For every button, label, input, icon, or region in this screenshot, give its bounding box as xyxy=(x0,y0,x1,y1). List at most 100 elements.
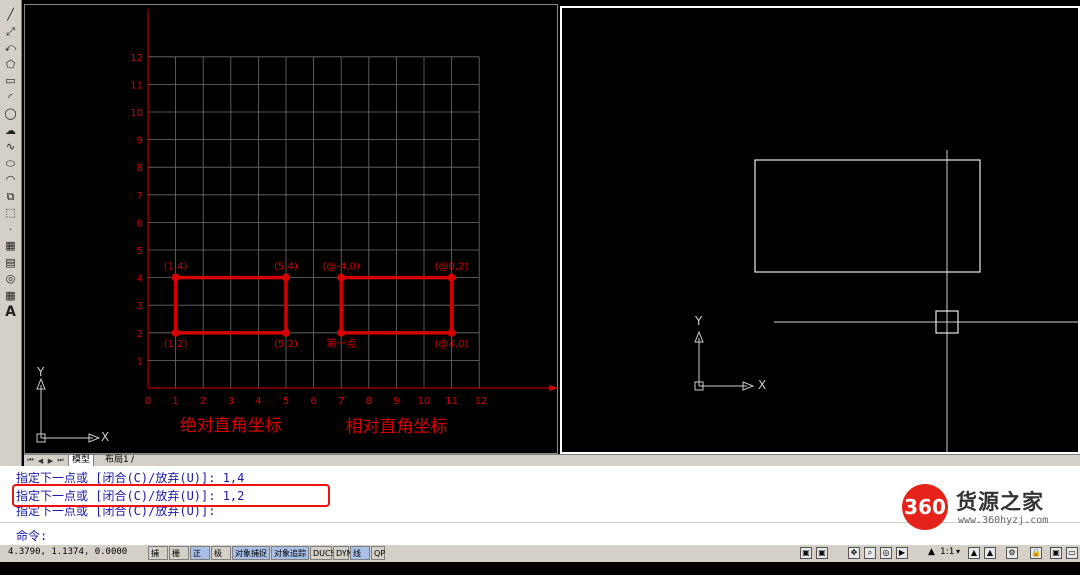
watermark-url: www.360hyzj.com xyxy=(958,515,1049,526)
table-icon[interactable]: ▦ xyxy=(3,289,18,303)
layout-space-icon[interactable]: ▣ xyxy=(816,547,828,559)
ucs-x-label-right: X xyxy=(758,378,767,392)
x-tick-label: 12 xyxy=(475,396,488,407)
status-bar: 4.3790, 1.1374, 0.0000 捕捉 栅格 正交 极轴 对象捕捉 对象追踪 D… xyxy=(0,544,1080,572)
auto-scale-icon[interactable]: ▲ xyxy=(984,547,996,559)
toggle-5[interactable]: 对象追踪 xyxy=(271,546,309,560)
toggle-6[interactable]: DUCS xyxy=(310,546,336,560)
absolute-point-label: (5,4) xyxy=(274,262,298,273)
y-tick-label: 12 xyxy=(130,53,143,64)
relative-point xyxy=(447,273,456,282)
circle-icon[interactable]: ◯ xyxy=(3,107,18,121)
y-tick-label: 11 xyxy=(130,80,143,91)
toggle-0[interactable]: 捕捉 xyxy=(148,546,168,572)
absolute-point xyxy=(282,328,290,337)
polyline-icon[interactable]: ⤺ xyxy=(3,41,18,55)
multiline-text-icon[interactable]: A xyxy=(3,305,18,319)
workspace-icon[interactable]: ⚙ xyxy=(1006,547,1018,559)
zoom-icon[interactable]: ⌕ xyxy=(864,547,876,559)
x-axis-arrow xyxy=(549,385,559,391)
showmotion-icon[interactable]: ▶ xyxy=(896,547,908,559)
model-space-icon[interactable]: ▣ xyxy=(800,547,812,559)
next-tab-icon[interactable]: ▶ xyxy=(46,456,55,465)
relative-point-label: 第一点 xyxy=(326,337,356,350)
construction-line-icon[interactable]: ⤢ xyxy=(3,25,18,39)
drawing-area xyxy=(694,150,1078,452)
insert-block-icon[interactable]: ⧉ xyxy=(3,190,18,204)
y-tick-label: 6 xyxy=(137,218,143,229)
draw-toolbar: ╱ ⤢ ⤺ ⬠ ▭ ◜ ◯ ☁ ∿ ⬭ ◠ ⧉ ⬚ · ▦ ▤ ◎ ▦ A xyxy=(0,0,22,466)
x-tick-label: 9 xyxy=(393,396,399,407)
ucs-icon-left: Y X xyxy=(35,365,115,445)
toggle-9[interactable]: QP xyxy=(371,546,385,560)
gradient-icon[interactable]: ▤ xyxy=(3,256,18,270)
toggle-4[interactable]: 对象捕捉 xyxy=(232,546,270,560)
coordinate-readout: 4.3790, 1.1374, 0.0000 xyxy=(8,547,128,557)
revision-cloud-icon[interactable]: ☁ xyxy=(3,124,18,138)
x-tick-label: 2 xyxy=(200,396,206,407)
ucs-x-label-left: X xyxy=(101,430,110,444)
x-tick-label: 6 xyxy=(310,396,316,407)
x-tick-label: 4 xyxy=(255,396,261,407)
y-tick-label: 8 xyxy=(137,163,143,174)
ucs-y-label-right: Y xyxy=(695,314,703,328)
y-tick-label: 7 xyxy=(137,191,143,202)
relative-point xyxy=(337,273,346,282)
command-prompt[interactable]: 命令: xyxy=(16,527,47,544)
drawn-rectangle xyxy=(754,159,981,273)
y-tick-label: 1 xyxy=(137,356,143,367)
point-icon[interactable]: · xyxy=(3,223,18,237)
toggle-7[interactable]: DYN xyxy=(333,546,353,560)
toggle-2[interactable]: 正交 xyxy=(190,546,210,572)
tray-settings-icon[interactable]: ▣ xyxy=(1050,547,1062,559)
toggle-3[interactable]: 极轴 xyxy=(211,546,231,572)
x-tick-label: 8 xyxy=(366,396,372,407)
tab-divider: / xyxy=(131,455,135,465)
region-icon[interactable]: ◎ xyxy=(3,272,18,286)
polygon-icon[interactable]: ⬠ xyxy=(3,58,18,72)
y-tick-label: 2 xyxy=(137,329,143,340)
y-tick-label: 9 xyxy=(137,136,143,147)
absolute-point-label: (5,2) xyxy=(274,339,298,350)
arc-icon[interactable]: ◜ xyxy=(3,91,18,105)
annotation-visibility-icon[interactable]: ▲ xyxy=(968,547,980,559)
rectangle-icon[interactable]: ▭ xyxy=(3,74,18,88)
absolute-point-label: (1,4) xyxy=(164,262,188,273)
caption-relative: 相对直角坐标 xyxy=(345,417,447,437)
watermark-title: 货源之家 xyxy=(956,490,1044,514)
hatch-icon[interactable]: ▦ xyxy=(3,239,18,253)
y-tick-label: 4 xyxy=(137,274,143,285)
y-tick-label: 3 xyxy=(137,301,143,312)
lock-icon[interactable]: 🔒 xyxy=(1030,547,1042,559)
highlight-box xyxy=(12,484,330,507)
pan-icon[interactable]: ✥ xyxy=(848,547,860,559)
x-tick-label: 5 xyxy=(283,396,289,407)
x-tick-label: 0 xyxy=(145,396,151,407)
relative-point-label: (@-4,0) xyxy=(323,262,360,273)
absolute-point xyxy=(171,328,180,337)
steering-wheel-icon[interactable]: ◎ xyxy=(880,547,892,559)
right-viewport[interactable]: Y X xyxy=(560,6,1080,454)
spline-icon[interactable]: ∿ xyxy=(3,140,18,154)
chevron-down-icon[interactable]: ▾ xyxy=(956,547,960,556)
x-tick-label: 10 xyxy=(418,396,431,407)
toggle-8[interactable]: 线宽 xyxy=(350,546,370,572)
annotation-scale-icon[interactable]: ▲ xyxy=(928,547,935,557)
absolute-point xyxy=(282,273,290,282)
absolute-point-label: (1,2) xyxy=(164,339,188,350)
last-tab-icon[interactable]: ⏭ xyxy=(56,456,65,465)
prev-tab-icon[interactable]: ◀ xyxy=(36,456,45,465)
make-block-icon[interactable]: ⬚ xyxy=(3,206,18,220)
clean-screen-icon[interactable]: ▭ xyxy=(1066,547,1078,559)
ellipse-arc-icon[interactable]: ◠ xyxy=(3,173,18,187)
toggle-1[interactable]: 栅格 xyxy=(169,546,189,572)
first-tab-icon[interactable]: ⏮ xyxy=(26,456,35,465)
relative-point xyxy=(447,328,456,337)
y-tick-label: 10 xyxy=(130,108,143,119)
annotation-scale[interactable]: 1:1 xyxy=(940,547,954,557)
y-tick-label: 5 xyxy=(137,246,143,257)
line-icon[interactable]: ╱ xyxy=(3,8,18,22)
ellipse-icon[interactable]: ⬭ xyxy=(3,157,18,171)
absolute-point xyxy=(171,273,180,282)
left-viewport[interactable]: 1 2 3 4 5 6 7 8 9 10 11 12 0 1 2 3 4 5 6 7 8 9 10 11 12 (1,4) (5,4… xyxy=(24,4,559,454)
